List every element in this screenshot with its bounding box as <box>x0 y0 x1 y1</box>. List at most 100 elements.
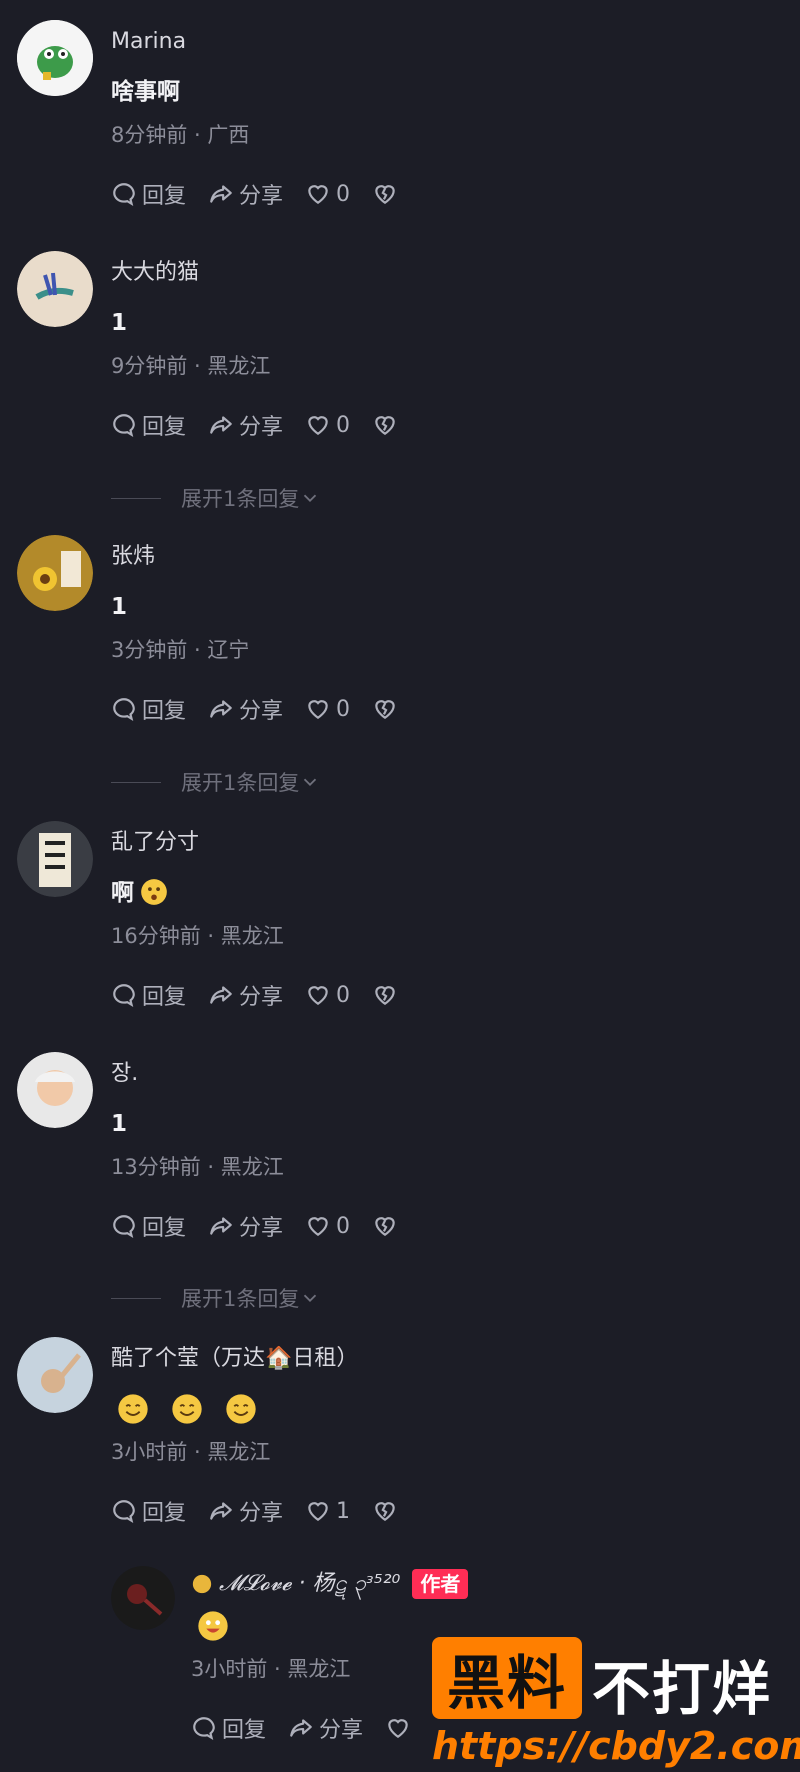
dislike-button[interactable] <box>372 1213 398 1239</box>
watermark-text: 不打烊 <box>592 1655 773 1723</box>
heart-icon <box>308 986 328 1005</box>
avatar[interactable] <box>17 251 93 327</box>
reply-bubble-icon <box>113 183 135 207</box>
reply-button[interactable]: 回复 <box>111 178 186 210</box>
reply-button[interactable]: 回复 <box>111 409 186 441</box>
share-label: 分享 <box>239 415 284 440</box>
username[interactable]: Marina <box>111 28 780 56</box>
expand-label: 展开1条回复 <box>181 487 300 511</box>
dislike-button[interactable] <box>372 181 398 207</box>
share-arrow-icon <box>210 986 232 1004</box>
like-button[interactable]: 0 <box>305 696 350 722</box>
avatar[interactable] <box>17 1337 93 1413</box>
expand-replies-button[interactable]: 展开1条回复 <box>111 767 321 797</box>
broken-heart-icon <box>375 700 395 719</box>
share-label: 分享 <box>239 699 284 724</box>
reply-bubble-icon <box>113 1500 135 1524</box>
reply-label: 回复 <box>142 699 187 724</box>
comment-meta: 3分钟前 · 辽宁 <box>111 638 250 662</box>
username[interactable]: 大大的猫 <box>111 259 780 287</box>
dislike-button[interactable] <box>372 982 398 1008</box>
share-label: 分享 <box>239 985 284 1010</box>
heart-icon <box>388 1719 408 1738</box>
like-button[interactable] <box>385 1715 416 1741</box>
share-arrow-icon <box>290 1719 312 1737</box>
like-button[interactable]: 1 <box>305 1498 350 1524</box>
username[interactable]: 𝓜𝓛𝓸𝓿𝓮 · 杨ဋ ၃ᵌ⁵²⁰ 作者 <box>191 1569 780 1599</box>
reply-label: 回复 <box>142 415 187 440</box>
reply-bubble-icon <box>113 698 135 722</box>
avatar[interactable] <box>111 1566 175 1630</box>
reply-bubble-icon <box>113 414 135 438</box>
dislike-button[interactable] <box>372 412 398 438</box>
grinning-face-emoji <box>198 1611 228 1641</box>
username[interactable]: 酷了个莹（万达🏠日租） <box>111 1345 780 1373</box>
avatar[interactable] <box>17 1052 93 1128</box>
like-button[interactable]: 0 <box>305 1213 350 1239</box>
share-button[interactable]: 分享 <box>288 1712 363 1744</box>
comment-actions: 回复 分享 0 <box>111 407 780 443</box>
share-label: 分享 <box>239 1216 284 1241</box>
reply-label: 回复 <box>142 1216 187 1241</box>
author-badge: 作者 <box>412 1569 469 1599</box>
share-arrow-icon <box>210 700 232 718</box>
share-arrow-icon <box>210 1217 232 1235</box>
broken-heart-icon <box>375 416 395 435</box>
like-button[interactable]: 0 <box>305 412 350 438</box>
heart-icon <box>308 1502 328 1521</box>
broken-heart-icon <box>375 185 395 204</box>
comment-text: 1 <box>111 1111 128 1137</box>
comment-actions: 回复 分享 0 <box>111 1208 780 1244</box>
share-arrow-icon <box>210 416 232 434</box>
comment-meta: 8分钟前 · 广西 <box>111 123 250 147</box>
smiling-face-emoji <box>118 1394 148 1424</box>
dislike-button[interactable] <box>372 1498 398 1524</box>
expand-label: 展开1条回复 <box>181 771 300 795</box>
username[interactable]: 张炜 <box>111 543 780 571</box>
reply-username: 𝓜𝓛𝓸𝓿𝓮 · 杨ဋ ၃ᵌ⁵²⁰ <box>219 1571 401 1596</box>
share-label: 分享 <box>239 1501 284 1526</box>
username[interactable]: 乱了分寸 <box>111 829 780 857</box>
broken-heart-icon <box>375 986 395 1005</box>
comment-text: 1 <box>111 310 128 336</box>
dislike-button[interactable] <box>372 696 398 722</box>
expand-label: 展开1条回复 <box>181 1287 300 1311</box>
comment-text <box>111 1393 780 1425</box>
avatar[interactable] <box>17 821 93 897</box>
reply-label: 回复 <box>142 985 187 1010</box>
share-button[interactable]: 分享 <box>208 178 283 210</box>
like-count: 0 <box>336 181 351 207</box>
comment-text: 1 <box>111 594 128 620</box>
reply-bubble-icon <box>113 1215 135 1239</box>
comment-meta: 3小时前 · 黑龙江 <box>111 1440 271 1464</box>
comment-meta: 16分钟前 · 黑龙江 <box>111 924 284 948</box>
reply-button[interactable]: 回复 <box>191 1712 266 1744</box>
like-button[interactable]: 0 <box>305 181 350 207</box>
smiling-face-emoji <box>172 1394 202 1424</box>
share-button[interactable]: 分享 <box>208 1210 283 1242</box>
share-label: 分享 <box>239 184 284 209</box>
divider <box>111 497 161 499</box>
reply-button[interactable]: 回复 <box>111 1210 186 1242</box>
username[interactable]: 장. <box>111 1060 780 1088</box>
comment-text: 啊 <box>111 877 780 909</box>
share-button[interactable]: 分享 <box>208 409 283 441</box>
reply-button[interactable]: 回复 <box>111 1495 186 1527</box>
share-button[interactable]: 分享 <box>208 693 283 725</box>
avatar[interactable] <box>17 20 93 96</box>
reply-button[interactable]: 回复 <box>111 693 186 725</box>
reply-bubble-icon <box>113 984 135 1008</box>
avatar[interactable] <box>17 535 93 611</box>
chevron-down-icon <box>304 1294 317 1303</box>
reply-label: 回复 <box>222 1718 267 1743</box>
expand-replies-button[interactable]: 展开1条回复 <box>111 483 321 513</box>
like-button[interactable]: 0 <box>305 982 350 1008</box>
surprised-face-emoji <box>141 879 167 905</box>
expand-replies-button[interactable]: 展开1条回复 <box>111 1283 321 1313</box>
like-count: 0 <box>336 696 351 722</box>
smiling-face-emoji <box>226 1394 256 1424</box>
share-button[interactable]: 分享 <box>208 1495 283 1527</box>
chevron-down-icon <box>304 494 317 503</box>
share-button[interactable]: 分享 <box>208 979 283 1011</box>
reply-button[interactable]: 回复 <box>111 979 186 1011</box>
